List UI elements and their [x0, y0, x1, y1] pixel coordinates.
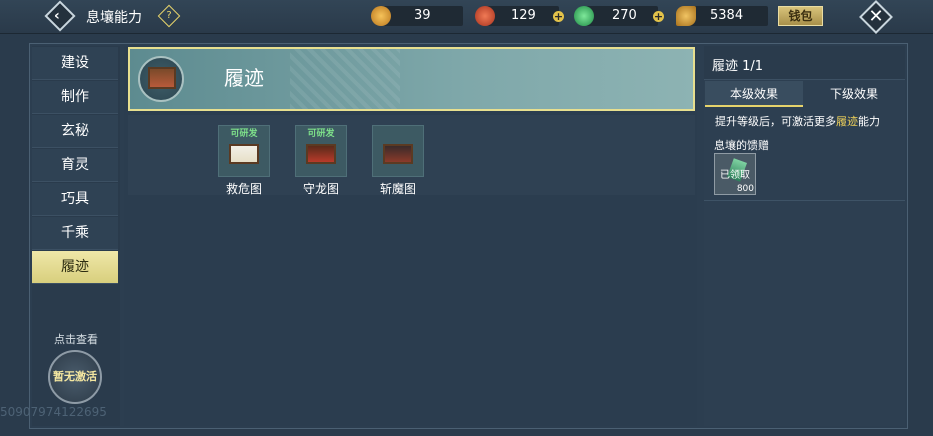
add-jade-button[interactable]: +: [653, 11, 664, 22]
detail-title: 履迹 1/1: [712, 59, 764, 74]
desc-text: 能力: [858, 115, 880, 128]
gift-count: 800: [736, 184, 754, 194]
researchable-flag: 可研发: [230, 129, 258, 139]
card-label: 救危图: [225, 182, 262, 196]
card-shoulong[interactable]: 可研发: [295, 125, 347, 177]
banner-pattern: [290, 49, 400, 109]
banner-title: 履迹: [224, 66, 264, 90]
user-id: 50907974122695: [0, 405, 107, 419]
jade-ring-icon: [574, 6, 594, 26]
effect-description: 提升等级后，可激活更多履迹能力: [715, 113, 880, 129]
researchable-flag: 可研发: [307, 129, 335, 139]
resource-value: 129: [511, 8, 536, 23]
scroll-painting-icon: [148, 67, 176, 89]
resource-value: 39: [414, 8, 431, 23]
tab-current-effect[interactable]: 本级效果: [705, 81, 803, 107]
sidebar-item-yuling[interactable]: 育灵: [32, 149, 118, 182]
check-label[interactable]: 点击查看: [40, 331, 112, 347]
red-orb-icon: [475, 6, 495, 26]
resource-gold: 39: [371, 6, 463, 26]
back-arrow-icon[interactable]: ‹: [54, 7, 68, 25]
sidebar-item-lvji[interactable]: 履迹: [32, 251, 118, 284]
wallet-button[interactable]: 钱包: [778, 6, 823, 26]
sidebar-item-zhizuo[interactable]: 制作: [32, 81, 118, 114]
card-label: 守龙图: [302, 182, 339, 196]
category-banner: [128, 47, 695, 111]
gift-status: 已领取: [720, 170, 750, 181]
tab-next-effect[interactable]: 下级效果: [805, 81, 903, 107]
sidebar-item-qiaoju[interactable]: 巧具: [32, 183, 118, 216]
resource-value: 270: [612, 8, 637, 23]
question-icon[interactable]: ?: [163, 8, 175, 24]
scroll-painting-icon: [229, 144, 259, 164]
emblem-status: 暂无激活: [53, 370, 97, 383]
divider: [704, 200, 905, 201]
gift-label: 息壤的馈赠: [714, 139, 769, 152]
sidebar-item-jianshe[interactable]: 建设: [32, 47, 118, 80]
gold-pouch-icon: [371, 6, 391, 26]
resource-feather: 5384: [676, 6, 768, 26]
feather-icon: [676, 6, 696, 26]
scroll-painting-icon: [306, 144, 336, 164]
card-zhanmo[interactable]: [372, 125, 424, 177]
add-red-orb-button[interactable]: +: [553, 11, 564, 22]
sidebar-item-xuanmi[interactable]: 玄秘: [32, 115, 118, 148]
close-icon[interactable]: ✕: [864, 5, 888, 29]
card-jiuwei[interactable]: 可研发: [218, 125, 270, 177]
card-label: 斩魔图: [379, 182, 416, 196]
desc-highlight: 履迹: [836, 115, 858, 128]
sidebar-item-qiansheng[interactable]: 千乘: [32, 217, 118, 250]
page-title: 息壤能力: [86, 10, 142, 26]
desc-text: 提升等级后，可激活更多: [715, 115, 836, 128]
scroll-painting-icon: [383, 144, 413, 164]
resource-value: 5384: [710, 8, 744, 23]
